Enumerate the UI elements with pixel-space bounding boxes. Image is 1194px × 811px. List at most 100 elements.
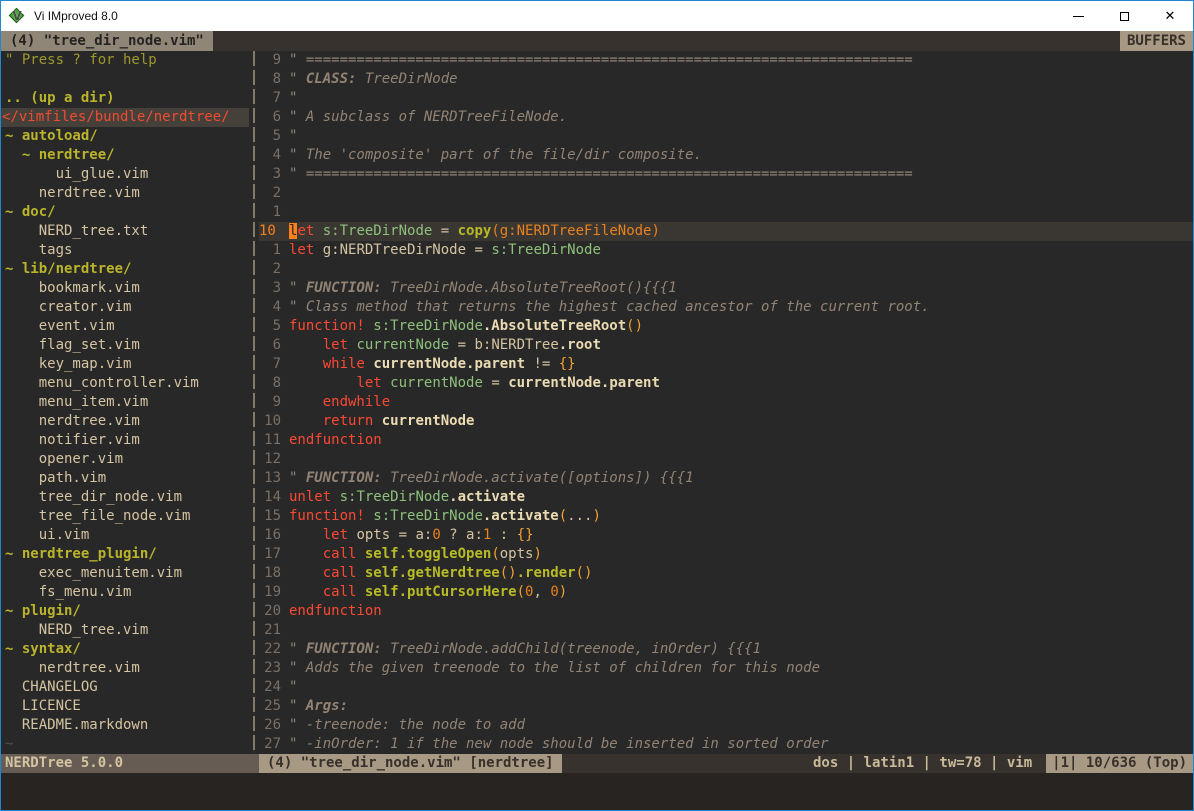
- tree-item-dir[interactable]: ~ plugin/: [1, 602, 249, 621]
- tree-item-dir[interactable]: ~ doc/: [1, 203, 249, 222]
- tree-item-file[interactable]: nerdtree.vim: [1, 412, 249, 431]
- tree-item-file[interactable]: NERD_tree.txt: [1, 222, 249, 241]
- tree-item-dir[interactable]: ~ lib/nerdtree/: [1, 260, 249, 279]
- code-line[interactable]: 6" A subclass of NERDTreeFileNode.: [259, 108, 1193, 127]
- code-line[interactable]: 1let g:NERDTreeDirNode = s:TreeDirNode: [259, 241, 1193, 260]
- line-number: 5: [259, 317, 281, 336]
- code-line[interactable]: 14unlet s:TreeDirNode.activate: [259, 488, 1193, 507]
- tree-item-file[interactable]: CHANGELOG: [1, 678, 249, 697]
- line-number: 13: [259, 469, 281, 488]
- editor-buffer[interactable]: 9" =====================================…: [259, 51, 1193, 754]
- code-line[interactable]: 9" =====================================…: [259, 51, 1193, 70]
- code-text: " -inOrder: 1 if the new node should be …: [289, 735, 828, 754]
- code-line[interactable]: 22" FUNCTION: TreeDirNode.addChild(treen…: [259, 640, 1193, 659]
- tree-item-dir[interactable]: ~ autoload/: [1, 127, 249, 146]
- tree-item-file[interactable]: fs_menu.vim: [1, 583, 249, 602]
- tree-item-file[interactable]: ui.vim: [1, 526, 249, 545]
- code-line[interactable]: 21: [259, 621, 1193, 640]
- code-text: call self.putCursorHere(0, 0): [289, 583, 567, 602]
- tree-item-file[interactable]: flag_set.vim: [1, 336, 249, 355]
- tree-item-file[interactable]: creator.vim: [1, 298, 249, 317]
- code-line[interactable]: 3 " FUNCTION: TreeDirNode.AbsoluteTreeRoo…: [259, 279, 1193, 298]
- tree-item-file[interactable]: tree_dir_node.vim: [1, 488, 249, 507]
- code-line[interactable]: 9 endwhile: [259, 393, 1193, 412]
- code-text: " ======================================…: [289, 51, 913, 70]
- tree-item-file[interactable]: menu_item.vim: [1, 393, 249, 412]
- tree-item-file[interactable]: event.vim: [1, 317, 249, 336]
- code-text: " FUNCTION: TreeDirNode.AbsoluteTreeRoot…: [289, 279, 677, 298]
- tree-item-file[interactable]: menu_controller.vim: [1, 374, 249, 393]
- tree-item-file[interactable]: opener.vim: [1, 450, 249, 469]
- code-line[interactable]: 20endfunction: [259, 602, 1193, 621]
- statusline: NERDTree 5.0.0 (4) "tree_dir_node.vim" […: [1, 754, 1193, 773]
- code-line[interactable]: 15function! s:TreeDirNode.activate(...): [259, 507, 1193, 526]
- tree-item-tilde: ~: [1, 735, 249, 754]
- tree-item-up[interactable]: .. (up a dir): [1, 89, 249, 108]
- code-line[interactable]: 18 call self.getNerdtree().render(): [259, 564, 1193, 583]
- code-line[interactable]: 12: [259, 450, 1193, 469]
- code-line[interactable]: 23" Adds the given treenode to the list …: [259, 659, 1193, 678]
- nerdtree-panel[interactable]: " Press ? for help .. (up a dir)</vimfil…: [1, 51, 249, 754]
- code-line[interactable]: 19 call self.putCursorHere(0, 0): [259, 583, 1193, 602]
- code-line[interactable]: 6 let currentNode = b:NERDTree.root: [259, 336, 1193, 355]
- code-line[interactable]: 11endfunction: [259, 431, 1193, 450]
- code-line[interactable]: 8 " CLASS: TreeDirNode: [259, 70, 1193, 89]
- code-line-current[interactable]: 10let s:TreeDirNode = copy(g:NERDTreeFil…: [259, 222, 1193, 241]
- tree-item-root[interactable]: </vimfiles/bundle/nerdtree/: [1, 108, 249, 127]
- line-number: 8: [259, 70, 281, 89]
- tree-item-file[interactable]: key_map.vim: [1, 355, 249, 374]
- tree-item-file[interactable]: path.vim: [1, 469, 249, 488]
- tree-item-file[interactable]: notifier.vim: [1, 431, 249, 450]
- line-number: 3: [259, 279, 281, 298]
- code-line[interactable]: 25" Args:: [259, 697, 1193, 716]
- tree-item-blank: [1, 70, 249, 89]
- code-line[interactable]: 2: [259, 260, 1193, 279]
- tree-item-file[interactable]: LICENCE: [1, 697, 249, 716]
- code-line[interactable]: 4" The 'composite' part of the file/dir …: [259, 146, 1193, 165]
- line-number: 24: [259, 678, 281, 697]
- code-line[interactable]: 7": [259, 89, 1193, 108]
- code-text: let currentNode = b:NERDTree.root: [289, 336, 601, 355]
- code-line[interactable]: 1: [259, 203, 1193, 222]
- code-line[interactable]: 7 while currentNode.parent != {}: [259, 355, 1193, 374]
- code-text: " CLASS: TreeDirNode: [289, 70, 458, 89]
- tab-active[interactable]: (4) "tree_dir_node.vim": [1, 31, 213, 51]
- tabline: (4) "tree_dir_node.vim" BUFFERS: [1, 31, 1193, 51]
- code-line[interactable]: 16 let opts = a:0 ? a:1 : {}: [259, 526, 1193, 545]
- maximize-button[interactable]: [1101, 1, 1147, 31]
- code-line[interactable]: 10 return currentNode: [259, 412, 1193, 431]
- code-text: while currentNode.parent != {}: [289, 355, 576, 374]
- code-line[interactable]: 26" -treenode: the node to add: [259, 716, 1193, 735]
- window-separator[interactable]: [249, 51, 259, 754]
- close-button[interactable]: ✕: [1147, 1, 1193, 31]
- code-line[interactable]: 17 call self.toggleOpen(opts): [259, 545, 1193, 564]
- tree-item-file[interactable]: nerdtree.vim: [1, 659, 249, 678]
- tree-item-file[interactable]: tree_file_node.vim: [1, 507, 249, 526]
- tree-item-dir[interactable]: ~ nerdtree_plugin/: [1, 545, 249, 564]
- code-text: " ======================================…: [289, 165, 913, 184]
- tree-item-file[interactable]: nerdtree.vim: [1, 184, 249, 203]
- code-line[interactable]: 3" =====================================…: [259, 165, 1193, 184]
- tree-item-help: " Press ? for help: [1, 51, 249, 70]
- tree-item-dir[interactable]: ~ nerdtree/: [1, 146, 249, 165]
- tree-item-file[interactable]: README.markdown: [1, 716, 249, 735]
- code-line[interactable]: 24": [259, 678, 1193, 697]
- code-line[interactable]: 5": [259, 127, 1193, 146]
- tree-item-file[interactable]: bookmark.vim: [1, 279, 249, 298]
- command-line[interactable]: [1, 773, 1193, 810]
- tree-item-file[interactable]: exec_menuitem.vim: [1, 564, 249, 583]
- tree-item-file[interactable]: ui_glue.vim: [1, 165, 249, 184]
- code-line[interactable]: 5function! s:TreeDirNode.AbsoluteTreeRoo…: [259, 317, 1193, 336]
- code-line[interactable]: 4" Class method that returns the highest…: [259, 298, 1193, 317]
- code-line[interactable]: 27" -inOrder: 1 if the new node should b…: [259, 735, 1193, 754]
- tree-item-file[interactable]: NERD_tree.vim: [1, 621, 249, 640]
- tree-item-file[interactable]: tags: [1, 241, 249, 260]
- minimize-button[interactable]: [1055, 1, 1101, 31]
- code-line[interactable]: 8 let currentNode = currentNode.parent: [259, 374, 1193, 393]
- line-number: 5: [259, 127, 281, 146]
- code-line[interactable]: 13" FUNCTION: TreeDirNode.activate([opti…: [259, 469, 1193, 488]
- code-line[interactable]: 2: [259, 184, 1193, 203]
- tree-item-dir[interactable]: ~ syntax/: [1, 640, 249, 659]
- line-number: 16: [259, 526, 281, 545]
- tabline-fill: [213, 31, 1120, 51]
